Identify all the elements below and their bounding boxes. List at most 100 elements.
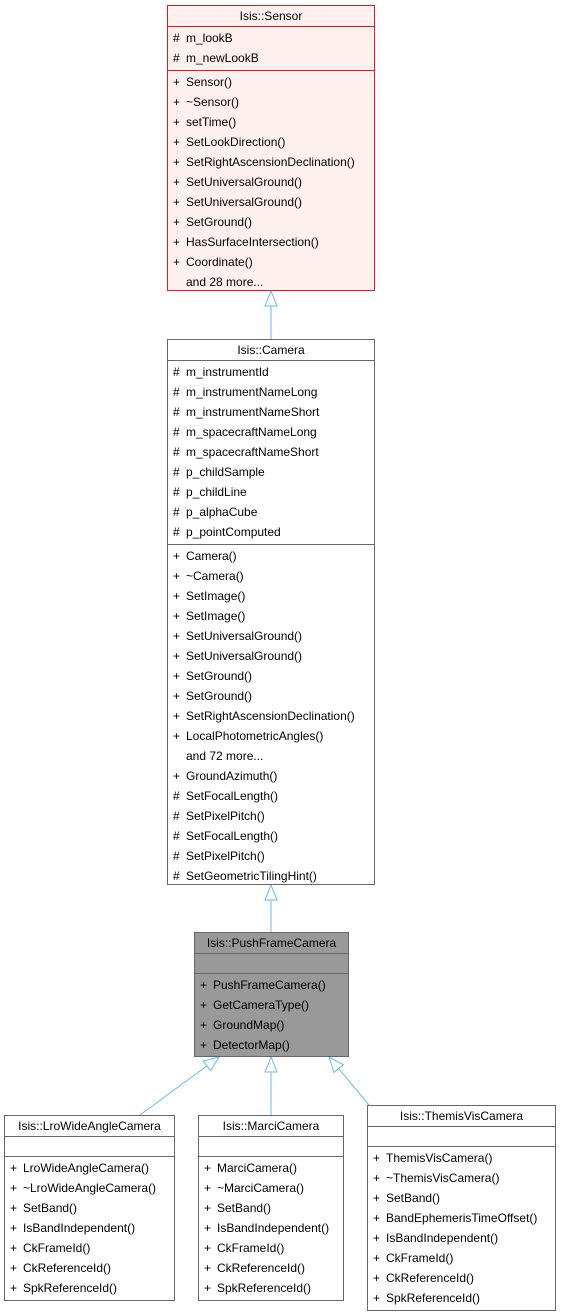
class-title[interactable]: Isis::Camera <box>168 340 374 360</box>
class-node-marci-camera[interactable]: Isis::MarciCamera+ MarciCamera() + ~MarciCa… <box>198 1115 344 1301</box>
method-row[interactable]: + ~LroWideAngleCamera() <box>5 1178 174 1198</box>
public-visibility-icon: + <box>173 549 181 563</box>
class-title[interactable]: Isis::Sensor <box>168 6 374 26</box>
method-name: SetRightAscensionDeclination() <box>186 155 355 169</box>
method-row[interactable]: + SetBand() <box>5 1198 174 1218</box>
method-row[interactable]: + ~Camera() <box>168 566 374 586</box>
method-name: setTime() <box>186 115 237 129</box>
method-row[interactable]: + SetUniversalGround() <box>168 626 374 646</box>
method-row[interactable]: # SetFocalLength() <box>168 826 374 846</box>
attributes-section <box>199 1136 343 1156</box>
method-row[interactable]: + SetBand() <box>368 1188 555 1208</box>
method-row[interactable]: + CkFrameId() <box>368 1248 555 1268</box>
attribute-row[interactable]: # m_spacecraftNameShort <box>168 442 374 462</box>
method-row[interactable]: + MarciCamera() <box>199 1158 343 1178</box>
method-row[interactable]: + GroundMap() <box>195 1015 348 1035</box>
method-row[interactable]: + Sensor() <box>168 72 374 92</box>
attribute-row[interactable]: # m_instrumentId <box>168 362 374 382</box>
method-row[interactable]: + SetGround() <box>168 686 374 706</box>
method-name: IsBandIndependent() <box>23 1221 136 1235</box>
public-visibility-icon: + <box>200 998 208 1012</box>
method-row[interactable]: + SetGround() <box>168 666 374 686</box>
method-row[interactable]: + LocalPhotometricAngles() <box>168 726 374 746</box>
method-name: ThemisVisCamera() <box>386 1151 493 1165</box>
method-row[interactable]: + SpkReferenceId() <box>199 1278 343 1298</box>
attribute-row[interactable]: # m_instrumentNameShort <box>168 402 374 422</box>
attribute-row[interactable]: # p_alphaCube <box>168 502 374 522</box>
method-row[interactable]: + IsBandIndependent() <box>5 1218 174 1238</box>
attribute-row[interactable]: # m_instrumentNameLong <box>168 382 374 402</box>
method-row[interactable]: + CkReferenceId() <box>368 1268 555 1288</box>
method-row[interactable]: + SetGround() <box>168 212 374 232</box>
method-row[interactable]: + SetUniversalGround() <box>168 192 374 212</box>
method-row[interactable]: + GroundAzimuth() <box>168 766 374 786</box>
more-members-label: and 28 more... <box>186 275 264 289</box>
protected-visibility-icon: # <box>173 445 180 459</box>
class-title[interactable]: Isis::PushFrameCamera <box>195 933 348 953</box>
method-name: SetGround() <box>186 669 253 683</box>
class-title[interactable]: Isis::LroWideAngleCamera <box>5 1116 174 1136</box>
method-name: IsBandIndependent() <box>217 1221 330 1235</box>
method-row[interactable]: + Camera() <box>168 546 374 566</box>
method-row[interactable]: + SetBand() <box>199 1198 343 1218</box>
class-node-camera[interactable]: Isis::Camera # m_instrumentId # m_instrument… <box>167 339 375 885</box>
attribute-row[interactable]: # m_spacecraftNameLong <box>168 422 374 442</box>
method-row[interactable]: + SetUniversalGround() <box>168 646 374 666</box>
methods-section: + PushFrameCamera() + GetCameraType() + Groun… <box>195 973 348 1057</box>
attribute-row[interactable]: # p_childLine <box>168 482 374 502</box>
method-row[interactable]: # SetPixelPitch() <box>168 806 374 826</box>
method-row[interactable]: + setTime() <box>168 112 374 132</box>
method-row[interactable]: + ~ThemisVisCamera() <box>368 1168 555 1188</box>
method-row[interactable]: + SetImage() <box>168 606 374 626</box>
method-row[interactable]: # SetGeometricTilingHint() <box>168 866 374 886</box>
method-row[interactable]: + Coordinate() <box>168 252 374 272</box>
public-visibility-icon: + <box>10 1281 18 1295</box>
attribute-row[interactable]: # p_pointComputed <box>168 522 374 542</box>
method-row[interactable]: + CkFrameId() <box>5 1238 174 1258</box>
method-row[interactable]: + SetRightAscensionDeclination() <box>168 152 374 172</box>
method-row[interactable]: + CkReferenceId() <box>5 1258 174 1278</box>
method-name: SetBand() <box>386 1191 441 1205</box>
class-node-lro-wide-angle-camera[interactable]: Isis::LroWideAngleCamera+ LroWideAngleCam… <box>4 1115 175 1301</box>
method-row[interactable]: + IsBandIndependent() <box>368 1228 555 1248</box>
method-row[interactable]: + SetImage() <box>168 586 374 606</box>
public-visibility-icon: + <box>373 1251 381 1265</box>
method-row[interactable]: + SpkReferenceId() <box>368 1288 555 1308</box>
method-row[interactable]: + SetLookDirection() <box>168 132 374 152</box>
class-node-themis-vis-camera[interactable]: Isis::ThemisVisCamera + ThemisVisCamera() +… <box>367 1105 556 1311</box>
attribute-row[interactable]: # m_newLookB <box>168 48 374 68</box>
method-row[interactable]: + GetCameraType() <box>195 995 348 1015</box>
method-row[interactable]: + LroWideAngleCamera() <box>5 1158 174 1178</box>
attribute-name: m_newLookB <box>186 51 259 65</box>
method-row[interactable]: + BandEphemerisTimeOffset() <box>368 1208 555 1228</box>
method-row[interactable]: + SetRightAscensionDeclination() <box>168 706 374 726</box>
class-title[interactable]: Isis::MarciCamera <box>199 1116 343 1136</box>
method-name: PushFrameCamera() <box>213 978 326 992</box>
class-title[interactable]: Isis::ThemisVisCamera <box>368 1106 555 1126</box>
method-row[interactable]: + CkReferenceId() <box>199 1258 343 1278</box>
method-row[interactable]: + ~Sensor() <box>168 92 374 112</box>
method-row[interactable]: + PushFrameCamera() <box>195 975 348 995</box>
attribute-row[interactable]: # p_childSample <box>168 462 374 482</box>
method-row[interactable]: # SetPixelPitch() <box>168 846 374 866</box>
method-row[interactable]: + CkFrameId() <box>199 1238 343 1258</box>
method-row[interactable]: # SetFocalLength() <box>168 786 374 806</box>
more-members-link[interactable]: and 72 more... <box>168 746 374 766</box>
public-visibility-icon: + <box>204 1181 212 1195</box>
method-row[interactable]: + ThemisVisCamera() <box>368 1148 555 1168</box>
class-node-pushframe-camera[interactable]: Isis::PushFrameCamera + PushFrameCamera() +… <box>194 932 349 1057</box>
method-row[interactable]: + SetUniversalGround() <box>168 172 374 192</box>
method-row[interactable]: + DetectorMap() <box>195 1035 348 1055</box>
attribute-row[interactable]: # m_lookB <box>168 28 374 48</box>
method-row[interactable]: + ~MarciCamera() <box>199 1178 343 1198</box>
attribute-name: m_instrumentNameLong <box>186 385 318 399</box>
method-name: Sensor() <box>186 75 233 89</box>
method-name: SetPixelPitch() <box>186 849 265 863</box>
method-name: ~Camera() <box>186 569 244 583</box>
more-members-link[interactable]: and 28 more... <box>168 272 374 292</box>
method-row[interactable]: + SpkReferenceId() <box>5 1278 174 1298</box>
class-node-sensor[interactable]: Isis::Sensor # m_lookB # m_newLookB+ Sensor()… <box>167 5 375 291</box>
method-name: IsBandIndependent() <box>386 1231 499 1245</box>
method-row[interactable]: + IsBandIndependent() <box>199 1218 343 1238</box>
method-row[interactable]: + HasSurfaceIntersection() <box>168 232 374 252</box>
